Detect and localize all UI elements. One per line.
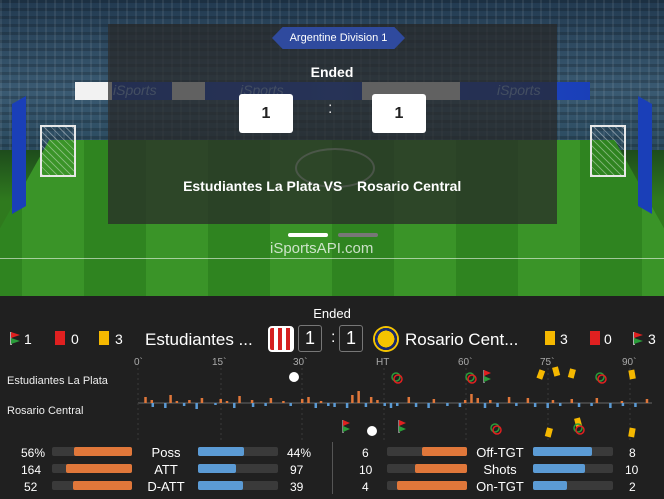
- stat-bar-away: [198, 464, 236, 473]
- away-red-cards: 0: [604, 331, 612, 347]
- stat-label: ATT: [154, 462, 178, 477]
- home-big-score: 1: [298, 325, 322, 352]
- timeline-away-label: Rosario Central: [7, 405, 84, 417]
- home-yellow-cards: 3: [115, 331, 123, 347]
- stat-bar-away: [198, 447, 244, 456]
- timeline-home-label: Estudiantes La Plata: [7, 375, 108, 387]
- stat-bar-away: [198, 481, 243, 490]
- stat-bar-away: [533, 447, 592, 456]
- timeline-tick: 0`: [134, 357, 143, 368]
- stat-away-value: 8: [629, 446, 636, 460]
- home-red-cards: 0: [71, 331, 79, 347]
- versus-label: VS: [323, 178, 343, 194]
- stat-label: D-ATT: [147, 479, 185, 494]
- red-card-icon: [55, 331, 65, 345]
- timeline-tick: 75`: [540, 357, 555, 368]
- goal-left: [40, 125, 76, 177]
- corner-flag-icon: [633, 332, 643, 345]
- yellow-card-icon: [545, 331, 555, 345]
- carousel-dot[interactable]: [338, 233, 378, 237]
- away-big-score: 1: [339, 325, 363, 352]
- timeline-tick: 60`: [458, 357, 473, 368]
- stat-away-value: 39: [290, 480, 304, 494]
- big-score-separator: :: [331, 329, 336, 346]
- stat-bar-home: [422, 447, 467, 456]
- stat-home-value: 164: [21, 463, 42, 477]
- stat-bar-home: [66, 464, 132, 473]
- stat-label: On-TGT: [476, 479, 524, 494]
- yellow-card-icon: [99, 331, 109, 345]
- watermark: iSportsAPI.com: [270, 240, 374, 257]
- stat-away-value: 2: [629, 480, 636, 494]
- home-corners: 1: [24, 331, 32, 347]
- stat-away-value: 97: [290, 463, 304, 477]
- league-badge[interactable]: Argentine Division 1: [272, 27, 405, 49]
- score-separator: :: [328, 100, 333, 117]
- carousel-dot-active[interactable]: [288, 233, 328, 237]
- side-ad-board: [12, 95, 26, 215]
- away-team-name[interactable]: Rosario Central: [357, 178, 461, 194]
- stat-home-value: 10: [359, 463, 373, 477]
- stat-bar-home: [74, 447, 132, 456]
- panel-match-status: Ended: [313, 306, 351, 321]
- match-status: Ended: [310, 64, 354, 80]
- stat-bar-away: [533, 481, 567, 490]
- away-corners: 3: [648, 331, 656, 347]
- away-score: 1: [372, 94, 426, 133]
- stat-bar-home: [73, 481, 132, 490]
- timeline-tick: 30`: [293, 357, 308, 368]
- away-yellow-cards: 3: [560, 331, 568, 347]
- stat-away-value: 44%: [287, 446, 312, 460]
- away-crest-icon: [373, 326, 399, 352]
- timeline-tick: 15`: [212, 357, 227, 368]
- timeline-tick: 90`: [622, 357, 637, 368]
- stat-bar-away: [533, 464, 585, 473]
- home-team-short[interactable]: Estudiantes ...: [145, 330, 253, 350]
- score-card: [108, 24, 557, 224]
- ad-board-panel: [75, 82, 112, 100]
- stat-home-value: 56%: [21, 446, 46, 460]
- stat-bar-home: [415, 464, 467, 473]
- stadium-hero: iSports iSports iSports iSportsAPI.com A…: [0, 0, 664, 296]
- stat-home-value: 52: [24, 480, 38, 494]
- home-score: 1: [239, 94, 293, 133]
- stats-divider: [332, 442, 333, 494]
- stat-away-value: 10: [625, 463, 639, 477]
- side-ad-board: [638, 95, 652, 215]
- away-team-short[interactable]: Rosario Cent...: [405, 330, 518, 350]
- corner-flag-icon: [10, 332, 20, 345]
- stat-bar-home: [397, 481, 467, 490]
- stat-label: Shots: [483, 462, 517, 477]
- home-team-name[interactable]: Estudiantes La Plata: [145, 178, 320, 194]
- red-card-icon: [590, 331, 600, 345]
- home-crest-icon: [268, 326, 294, 352]
- goal-right: [590, 125, 626, 177]
- stat-home-value: 6: [362, 446, 369, 460]
- timeline-tick: HT: [376, 357, 390, 368]
- stat-home-value: 4: [362, 480, 369, 494]
- pitch-line: [0, 258, 664, 259]
- stat-label: Off-TGT: [476, 445, 524, 460]
- stat-label: Poss: [151, 445, 181, 460]
